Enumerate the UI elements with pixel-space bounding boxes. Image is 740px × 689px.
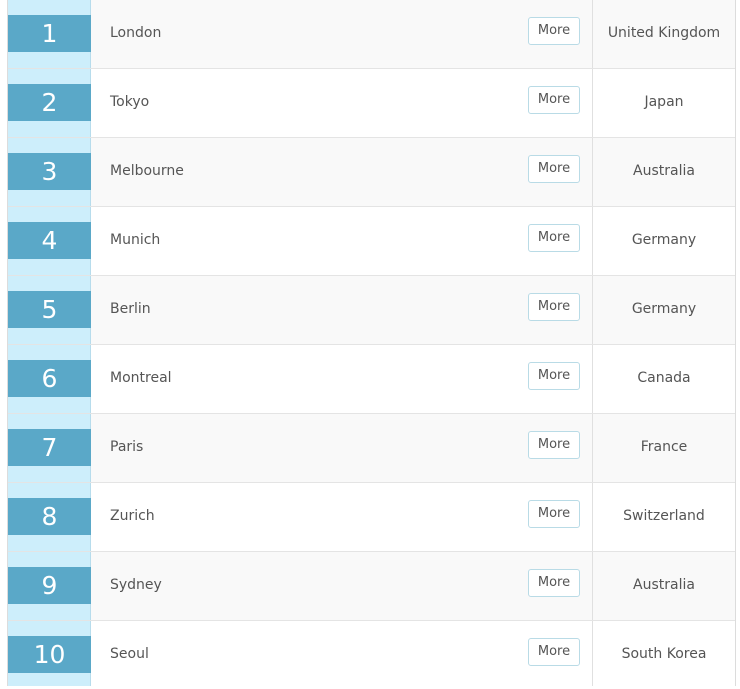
city-name: Montreal <box>110 370 172 386</box>
country-name: Germany <box>631 232 697 248</box>
rank-badge: 7 <box>8 429 91 466</box>
table-row: 7 Paris More France <box>8 414 735 483</box>
rank-badge: 1 <box>8 15 91 52</box>
country-name: France <box>640 439 688 455</box>
rank-cell: 9 <box>8 552 91 620</box>
more-button[interactable]: More <box>528 500 580 528</box>
table-row: 3 Melbourne More Australia <box>8 138 735 207</box>
city-name: Seoul <box>110 646 149 662</box>
rank-cell: 8 <box>8 483 91 551</box>
rank-cell: 1 <box>8 0 91 68</box>
rank-cell: 10 <box>8 621 91 686</box>
country-name: Germany <box>631 301 697 317</box>
more-button[interactable]: More <box>528 155 580 183</box>
country-name: Canada <box>637 370 691 386</box>
country-cell: United Kingdom <box>592 0 735 68</box>
rank-badge: 6 <box>8 360 91 397</box>
more-button[interactable]: More <box>528 362 580 390</box>
country-cell: France <box>592 414 735 482</box>
country-name: Japan <box>644 94 684 110</box>
country-name: South Korea <box>621 646 707 662</box>
table-row: 6 Montreal More Canada <box>8 345 735 414</box>
rank-cell: 7 <box>8 414 91 482</box>
rank-cell: 2 <box>8 69 91 137</box>
more-button[interactable]: More <box>528 431 580 459</box>
table-row: 2 Tokyo More Japan <box>8 69 735 138</box>
table-row: 10 Seoul More South Korea <box>8 621 735 686</box>
rank-badge: 2 <box>8 84 91 121</box>
country-cell: South Korea <box>592 621 735 686</box>
more-button[interactable]: More <box>528 86 580 114</box>
country-cell: Canada <box>592 345 735 413</box>
rankings-table: 1 London More United Kingdom 2 Tokyo Mor… <box>7 0 736 686</box>
city-name: Munich <box>110 232 161 248</box>
city-name: Zurich <box>110 508 155 524</box>
table-row: 1 London More United Kingdom <box>8 0 735 69</box>
rank-cell: 5 <box>8 276 91 344</box>
rank-cell: 3 <box>8 138 91 206</box>
table-row: 9 Sydney More Australia <box>8 552 735 621</box>
table-row: 5 Berlin More Germany <box>8 276 735 345</box>
more-button[interactable]: More <box>528 638 580 666</box>
more-button[interactable]: More <box>528 293 580 321</box>
city-name: Berlin <box>110 301 151 317</box>
city-name: London <box>110 25 162 41</box>
table-row: 4 Munich More Germany <box>8 207 735 276</box>
city-name: Melbourne <box>110 163 184 179</box>
country-cell: Australia <box>592 138 735 206</box>
city-name: Sydney <box>110 577 162 593</box>
country-cell: Switzerland <box>592 483 735 551</box>
rank-badge: 8 <box>8 498 91 535</box>
rank-badge: 5 <box>8 291 91 328</box>
country-cell: Australia <box>592 552 735 620</box>
more-button[interactable]: More <box>528 569 580 597</box>
country-name: Switzerland <box>623 508 705 524</box>
rank-badge: 10 <box>8 636 91 673</box>
rank-cell: 6 <box>8 345 91 413</box>
rank-badge: 9 <box>8 567 91 604</box>
more-button[interactable]: More <box>528 17 580 45</box>
country-cell: Japan <box>592 69 735 137</box>
rank-badge: 3 <box>8 153 91 190</box>
country-name: Australia <box>633 577 695 593</box>
table-row: 8 Zurich More Switzerland <box>8 483 735 552</box>
country-name: Australia <box>633 163 695 179</box>
rank-badge: 4 <box>8 222 91 259</box>
city-name: Paris <box>110 439 144 455</box>
country-cell: Germany <box>592 276 735 344</box>
rank-cell: 4 <box>8 207 91 275</box>
country-name: United Kingdom <box>607 25 721 41</box>
city-name: Tokyo <box>110 94 150 110</box>
country-cell: Germany <box>592 207 735 275</box>
more-button[interactable]: More <box>528 224 580 252</box>
